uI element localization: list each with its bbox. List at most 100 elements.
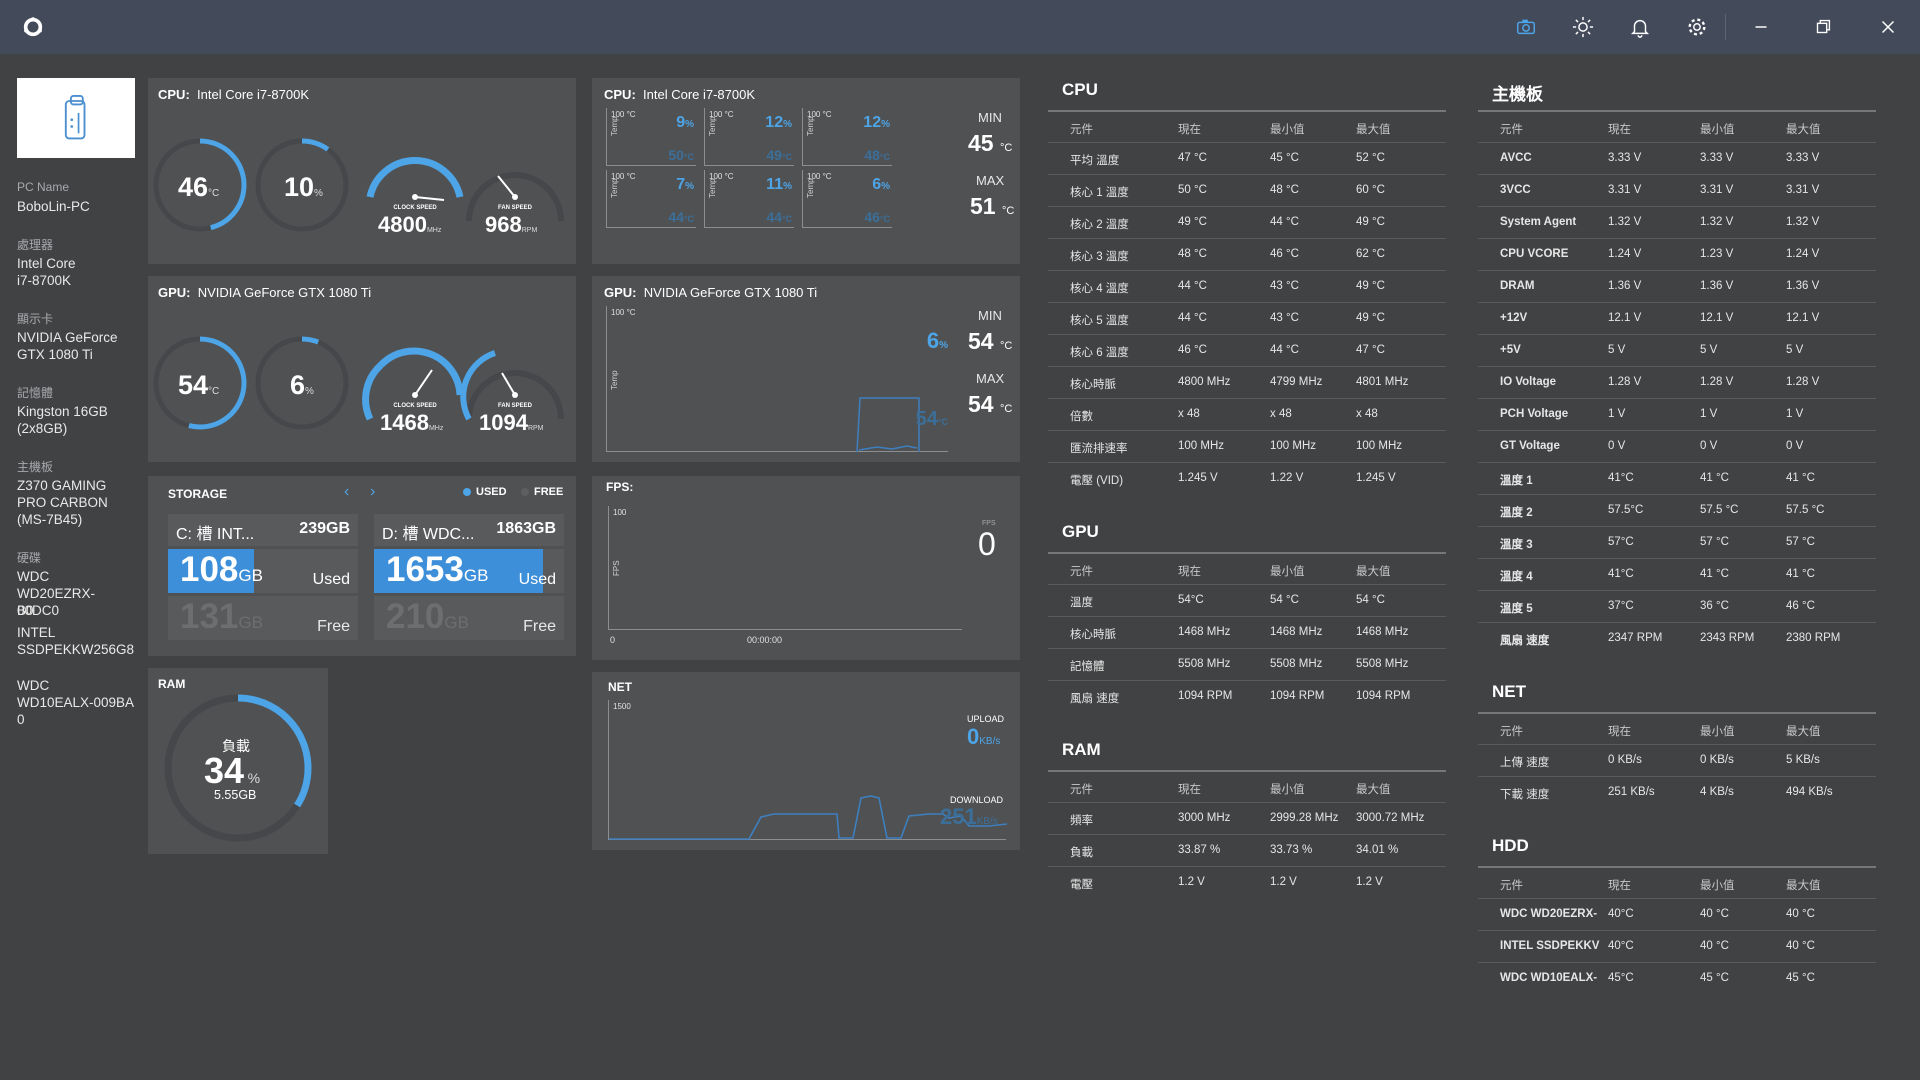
- close-icon[interactable]: [1875, 14, 1901, 40]
- table-cell: 12.1 V: [1786, 312, 1820, 324]
- drive-header[interactable]: D: 槽 WDC... 1863GB: [374, 514, 564, 546]
- brightness-icon[interactable]: [1570, 14, 1596, 40]
- minimize-icon[interactable]: [1748, 14, 1774, 40]
- table-header-cell: 最小值: [1700, 726, 1735, 738]
- table-cell: 12.1 V: [1700, 312, 1734, 324]
- table-row: 核心時脈 4800 MHz 4799 MHz 4801 MHz: [1048, 366, 1446, 398]
- table-cell: 1.36 V: [1786, 280, 1820, 292]
- cpu-label: 處理器: [17, 238, 54, 252]
- table-cell: CPU VCORE: [1500, 248, 1569, 260]
- pc-name-value: BoboLin-PC: [17, 199, 90, 214]
- table-row: 下載 速度 251 KB/s 4 KB/s 494 KB/s: [1478, 776, 1876, 808]
- pc-name-label: PC Name: [17, 180, 70, 194]
- table-header-cell: 現在: [1178, 124, 1201, 136]
- net-download-value: 251KB/s: [940, 804, 998, 829]
- cpu-core-graph: 100 °C Temp 12% 49°C: [704, 108, 794, 166]
- camera-icon[interactable]: [1513, 14, 1539, 40]
- table-header-row: 元件 現在 最小值 最大值: [1048, 110, 1446, 142]
- table-cell: 1094 RPM: [1356, 690, 1411, 702]
- table-cell: 47 °C: [1356, 344, 1385, 356]
- table-cell: 溫度 3: [1500, 539, 1533, 551]
- table-cell: 5 KB/s: [1786, 754, 1820, 766]
- table-cell: 5508 MHz: [1178, 658, 1231, 670]
- table-header-cell: 最大值: [1786, 726, 1821, 738]
- table-cell: 40°C: [1608, 908, 1634, 920]
- table-cell: 0 KB/s: [1608, 754, 1642, 766]
- gpu-clock-value: 1468MHz: [380, 410, 444, 435]
- storage-title: STORAGE: [168, 487, 228, 501]
- table-cell: 5 V: [1700, 344, 1718, 356]
- table-header-cell: 元件: [1070, 124, 1093, 136]
- storage-prev-icon[interactable]: ‹: [344, 483, 349, 501]
- table-cell: 45 °C: [1786, 972, 1815, 984]
- table-row: 核心 6 溫度 46 °C 44 °C 47 °C: [1048, 334, 1446, 366]
- motherboard-value-line1: Z370 GAMING: [17, 478, 107, 493]
- core-temp-value: 44°C: [766, 209, 792, 225]
- table-row: 溫度 5 37°C 36 °C 46 °C: [1478, 590, 1876, 622]
- table-cell: 4799 MHz: [1270, 376, 1323, 388]
- net-upload-label: UPLOAD: [967, 714, 1005, 724]
- cpu-min-value: 45 °C: [968, 130, 1013, 156]
- ram-table: 元件 現在 最小值 最大值 頻率 3000 MHz 2999.28 MHz 3000.72 M…: [1048, 770, 1446, 898]
- table-cell: 40 °C: [1786, 940, 1815, 952]
- table-cell: System Agent: [1500, 216, 1577, 228]
- gear-icon[interactable]: [1684, 14, 1710, 40]
- table-header-cell: 元件: [1500, 726, 1523, 738]
- drive-header[interactable]: C: 槽 INT... 239GB: [168, 514, 358, 546]
- table-cell: DRAM: [1500, 280, 1535, 292]
- gpu-fan-hub: [512, 392, 518, 398]
- table-row: PCH Voltage 1 V 1 V 1 V: [1478, 398, 1876, 430]
- table-cell: WDC WD20EZRX-: [1500, 908, 1598, 920]
- gpu-table-title: GPU: [1062, 522, 1099, 541]
- core-graph-axis-label: Temp: [610, 116, 619, 136]
- table-cell: 1.28 V: [1786, 376, 1820, 388]
- storage-next-icon[interactable]: ›: [370, 483, 375, 501]
- bell-icon[interactable]: [1627, 14, 1653, 40]
- table-cell: 57°C: [1608, 536, 1634, 548]
- table-row: +12V 12.1 V 12.1 V 12.1 V: [1478, 302, 1876, 334]
- table-cell: 1 V: [1786, 408, 1804, 420]
- mb-table-title: 主機板: [1492, 85, 1543, 104]
- gpu-max-label: MAX: [976, 371, 1005, 386]
- restore-icon[interactable]: [1810, 14, 1836, 40]
- hdd2-value-line2: SSDPEKKW256G8: [17, 642, 135, 657]
- gpu-clock-label: CLOCK SPEED: [393, 403, 437, 409]
- table-cell: 494 KB/s: [1786, 786, 1833, 798]
- cpu-value-line2: i7-8700K: [17, 273, 72, 288]
- table-cell: 41°C: [1608, 472, 1634, 484]
- table-cell: x 48: [1178, 408, 1200, 420]
- table-cell: AVCC: [1500, 152, 1532, 164]
- table-row: 核心 1 溫度 50 °C 48 °C 60 °C: [1048, 174, 1446, 206]
- table-row: 核心 5 溫度 44 °C 43 °C 49 °C: [1048, 302, 1446, 334]
- table-cell: 1.32 V: [1700, 216, 1734, 228]
- table-cell: 電壓: [1070, 879, 1093, 891]
- table-header-cell: 現在: [1608, 124, 1631, 136]
- table-cell: 記憶體: [1070, 661, 1105, 673]
- table-cell: 44 °C: [1178, 312, 1207, 324]
- table-cell: 5 V: [1786, 344, 1804, 356]
- table-cell: 60 °C: [1356, 184, 1385, 196]
- table-cell: 核心 4 溫度: [1070, 283, 1129, 295]
- net-table-title: NET: [1492, 682, 1526, 701]
- table-cell: 57.5 °C: [1786, 504, 1825, 516]
- table-cell: 核心 6 溫度: [1070, 347, 1129, 359]
- table-header-cell: 最小值: [1270, 124, 1305, 136]
- cpu-cores-panel: CPU: Intel Core i7-8700K 100 °C Temp 9% 50°…: [592, 78, 1020, 264]
- table-row: 溫度 54°C 54 °C 54 °C: [1048, 584, 1446, 616]
- cpu-core-graph: 100 °C Temp 7% 44°C: [606, 170, 696, 228]
- table-cell: 1.245 V: [1178, 472, 1218, 484]
- cpu-clock-dial: [366, 157, 464, 198]
- gpu-clock-hub: [412, 392, 418, 398]
- table-header-cell: 最大值: [1786, 124, 1821, 136]
- table-cell: 50 °C: [1178, 184, 1207, 196]
- cpu-clock-label: CLOCK SPEED: [393, 205, 437, 211]
- table-row: CPU VCORE 1.24 V 1.23 V 1.24 V: [1478, 238, 1876, 270]
- table-cell: 核心時脈: [1070, 379, 1116, 391]
- table-cell: 1.2 V: [1356, 876, 1383, 888]
- table-row: IO Voltage 1.28 V 1.28 V 1.28 V: [1478, 366, 1876, 398]
- table-row: WDC WD20EZRX- 40°C 40 °C 40 °C: [1478, 898, 1876, 930]
- table-cell: 0 KB/s: [1700, 754, 1734, 766]
- table-cell: +12V: [1500, 312, 1528, 324]
- table-cell: 48 °C: [1178, 248, 1207, 260]
- core-graph-axis-label: Temp: [806, 116, 815, 136]
